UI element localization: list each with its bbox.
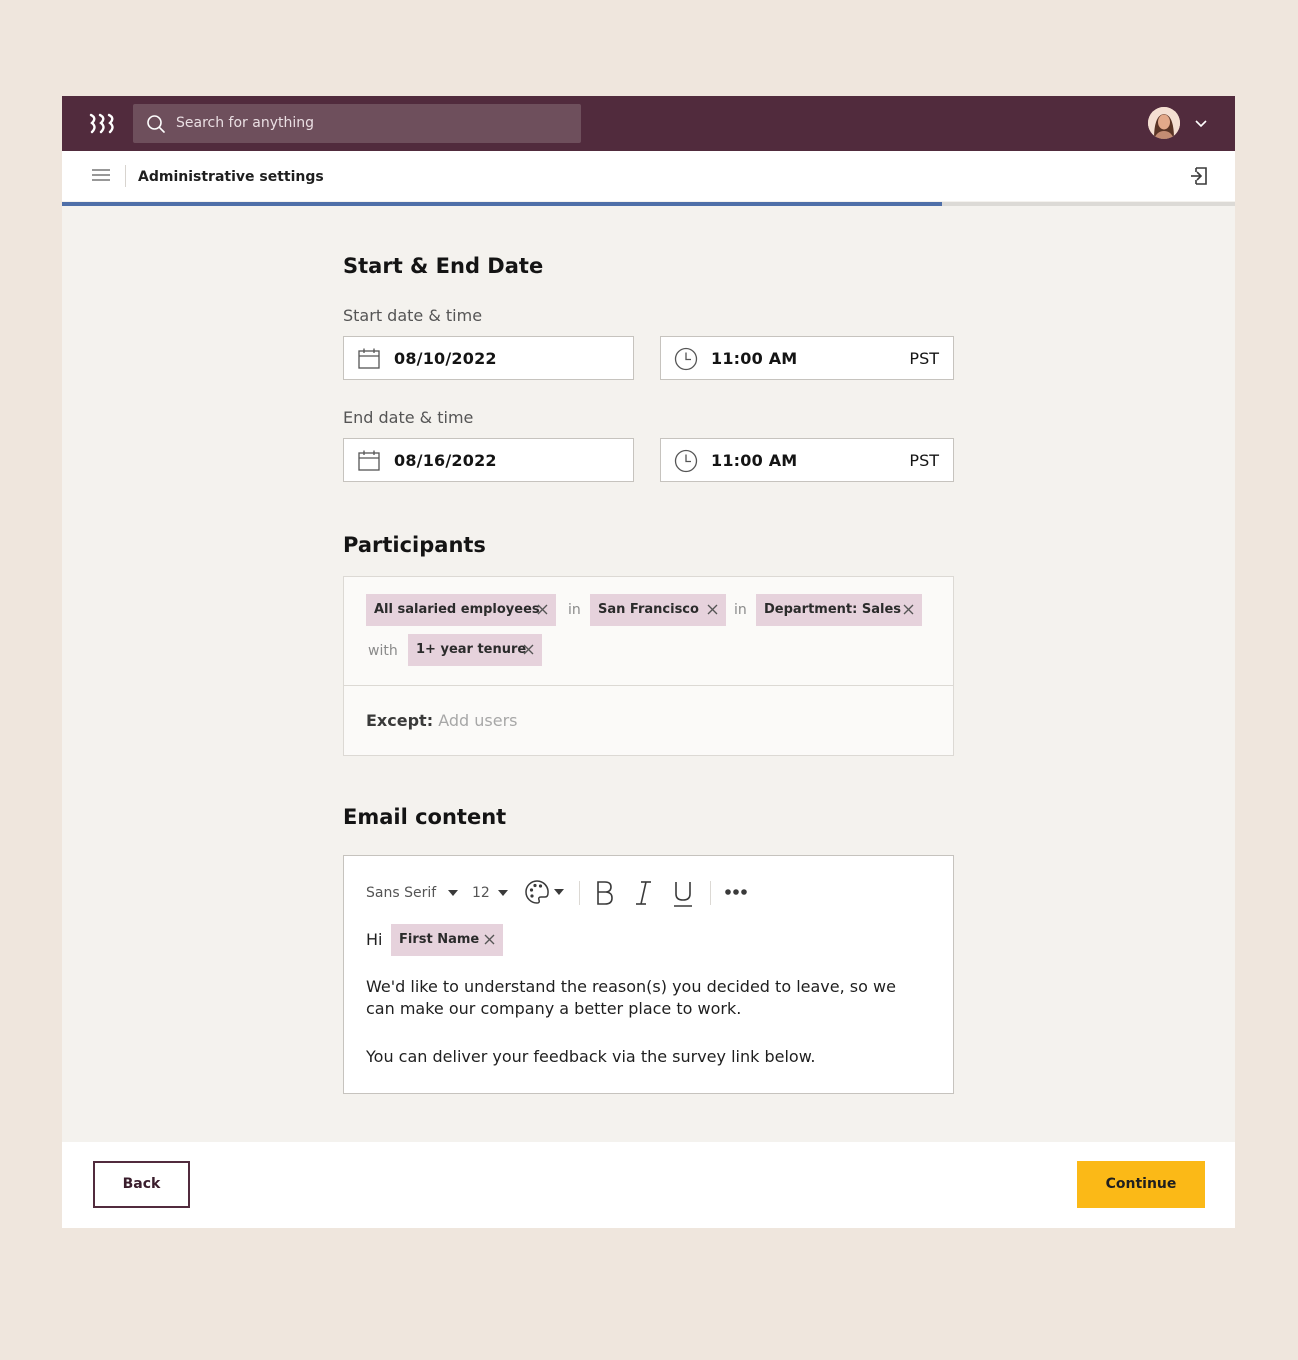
- participant-chip[interactable]: Department: Sales: [756, 594, 922, 626]
- clock-icon: [674, 449, 698, 473]
- footer: Back Continue: [62, 1142, 1235, 1228]
- end-time-value: 11:00 AM: [711, 451, 798, 470]
- except-label: Except:: [366, 711, 434, 730]
- chevron-down-icon[interactable]: [1194, 116, 1208, 130]
- sub-header: Administrative settings: [62, 151, 1235, 201]
- participants-box: All salaried employees in San Francisco …: [343, 576, 954, 756]
- merge-field-chip[interactable]: First Name: [391, 924, 503, 956]
- clock-icon: [674, 347, 698, 371]
- palette-icon[interactable]: [524, 879, 550, 905]
- greeting-text: Hi: [366, 930, 383, 949]
- progress-fill: [62, 202, 942, 206]
- divider: [125, 165, 126, 187]
- more-icon[interactable]: [724, 888, 748, 896]
- chip-label: 1+ year tenure: [416, 642, 527, 657]
- chip-label: Department: Sales: [764, 602, 902, 617]
- close-icon[interactable]: [903, 604, 914, 615]
- font-family-select[interactable]: Sans Serif: [366, 880, 436, 906]
- progress-bar: [62, 202, 1235, 206]
- end-timezone: PST: [909, 451, 939, 470]
- close-icon[interactable]: [537, 604, 548, 615]
- section-title-email: Email content: [343, 805, 507, 829]
- section-title-dates: Start & End Date: [343, 254, 544, 278]
- end-date-label: End date & time: [343, 408, 474, 427]
- italic-icon[interactable]: [633, 880, 655, 906]
- section-title-participants: Participants: [343, 533, 486, 557]
- connector-label: in: [734, 602, 747, 618]
- continue-button[interactable]: Continue: [1077, 1161, 1205, 1208]
- divider: [344, 685, 953, 686]
- body-paragraph-line: can make our company a better place to w…: [366, 999, 742, 1018]
- back-button[interactable]: Back: [93, 1161, 190, 1208]
- chip-label: San Francisco: [598, 602, 699, 617]
- start-timezone: PST: [909, 349, 939, 368]
- participant-chip[interactable]: San Francisco: [590, 594, 726, 626]
- close-icon[interactable]: [484, 934, 495, 945]
- except-field[interactable]: Except: Add users: [366, 701, 517, 741]
- chip-label: First Name: [399, 932, 480, 947]
- email-editor[interactable]: Sans Serif 12 Hi First Name We'd like to: [343, 855, 954, 1094]
- search-bar[interactable]: Search for anything: [133, 104, 581, 143]
- toolbar-divider: [710, 881, 711, 905]
- start-date-field[interactable]: 08/10/2022: [343, 336, 634, 380]
- caret-down-icon[interactable]: [448, 890, 458, 896]
- close-icon[interactable]: [523, 644, 534, 655]
- start-time-value: 11:00 AM: [711, 349, 798, 368]
- except-input[interactable]: Add users: [438, 711, 517, 730]
- logo-icon[interactable]: [88, 112, 116, 134]
- search-icon: [147, 115, 165, 133]
- page-title: Administrative settings: [138, 169, 324, 185]
- toolbar-divider: [579, 881, 580, 905]
- font-size-select[interactable]: 12: [472, 880, 490, 906]
- search-input[interactable]: Search for anything: [176, 104, 314, 143]
- exit-icon[interactable]: [1189, 166, 1209, 186]
- end-date-value: 08/16/2022: [394, 451, 497, 470]
- calendar-icon: [358, 450, 380, 471]
- body-paragraph-line: We'd like to understand the reason(s) yo…: [366, 977, 896, 996]
- calendar-icon: [358, 348, 380, 369]
- end-time-field[interactable]: 11:00 AM PST: [660, 438, 954, 482]
- participant-chip[interactable]: 1+ year tenure: [408, 634, 542, 666]
- end-date-field[interactable]: 08/16/2022: [343, 438, 634, 482]
- connector-label: with: [368, 643, 398, 659]
- participant-chip[interactable]: All salaried employees: [366, 594, 556, 626]
- underline-icon[interactable]: [672, 880, 694, 908]
- caret-down-icon[interactable]: [554, 889, 564, 895]
- connector-label: in: [568, 602, 581, 618]
- caret-down-icon[interactable]: [498, 890, 508, 896]
- app-window: Search for anything Administrative setti…: [62, 96, 1235, 1228]
- start-date-label: Start date & time: [343, 306, 483, 325]
- chip-label: All salaried employees: [374, 602, 540, 617]
- body-paragraph: You can deliver your feedback via the su…: [366, 1047, 816, 1066]
- start-date-value: 08/10/2022: [394, 349, 497, 368]
- close-icon[interactable]: [707, 604, 718, 615]
- bold-icon[interactable]: [594, 880, 616, 906]
- top-bar: Search for anything: [62, 96, 1235, 151]
- start-time-field[interactable]: 11:00 AM PST: [660, 336, 954, 380]
- menu-icon[interactable]: [92, 168, 110, 182]
- avatar[interactable]: [1148, 107, 1180, 139]
